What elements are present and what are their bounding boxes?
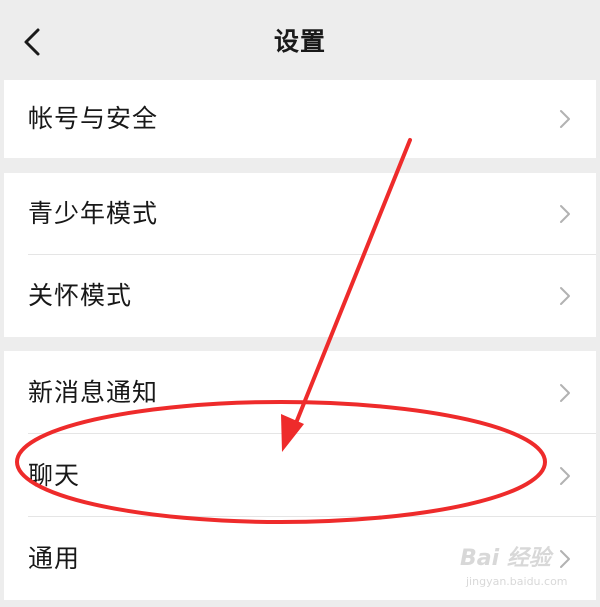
chevron-right-icon xyxy=(560,466,570,485)
chevron-right-icon xyxy=(560,287,570,305)
watermark-logo: Bai 经验 xyxy=(460,546,551,571)
chevron-right-icon xyxy=(560,110,570,128)
settings-screen: 设置 帐号与安全 青少年模式 关怀模式 新消息通知 聊天 通用 Bai 经验 j… xyxy=(0,0,600,607)
settings-item-label: 新消息通知 xyxy=(28,377,159,407)
settings-group-account: 帐号与安全 xyxy=(4,80,596,158)
chevron-right-icon xyxy=(560,383,570,402)
settings-item-notifications[interactable]: 新消息通知 xyxy=(4,351,596,434)
settings-item-account-security[interactable]: 帐号与安全 xyxy=(4,80,596,158)
page-title: 设置 xyxy=(273,27,326,56)
settings-group-modes: 青少年模式 关怀模式 xyxy=(4,173,596,337)
settings-item-teen-mode[interactable]: 青少年模式 xyxy=(4,173,596,255)
settings-item-label: 青少年模式 xyxy=(28,199,159,228)
watermark-url: jingyan.baidu.com xyxy=(466,575,568,588)
settings-item-care-mode[interactable]: 关怀模式 xyxy=(4,255,596,337)
chevron-right-icon xyxy=(560,205,570,223)
settings-item-label: 通用 xyxy=(28,543,81,573)
settings-item-label: 聊天 xyxy=(28,460,81,490)
settings-item-label: 关怀模式 xyxy=(28,281,133,310)
watermark: Bai 经验 jingyan.baidu.com xyxy=(460,545,570,597)
nav-bar: 设置 xyxy=(0,0,600,80)
settings-item-chat[interactable]: 聊天 xyxy=(4,434,596,517)
settings-item-label: 帐号与安全 xyxy=(28,104,159,133)
